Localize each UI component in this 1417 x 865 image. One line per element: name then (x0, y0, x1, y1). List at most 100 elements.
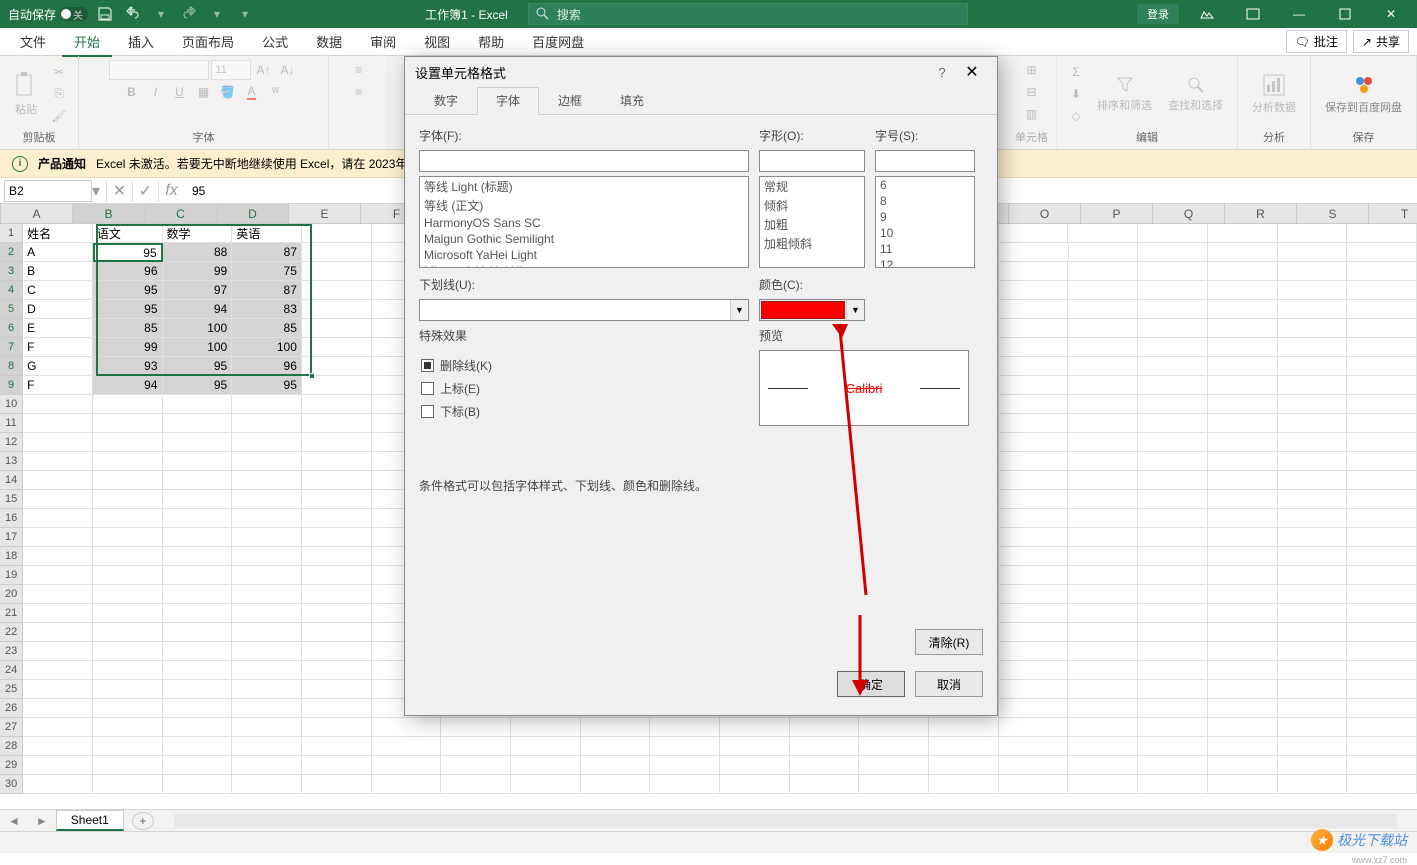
cell[interactable] (163, 471, 233, 490)
cell[interactable] (1347, 585, 1417, 604)
cell[interactable] (1138, 528, 1208, 547)
cell[interactable] (1068, 224, 1138, 243)
cell[interactable] (1208, 376, 1278, 395)
row-header[interactable]: 5 (0, 300, 23, 319)
cell[interactable] (999, 566, 1069, 585)
row-header[interactable]: 18 (0, 547, 23, 566)
cell[interactable] (1347, 262, 1417, 281)
cell[interactable] (232, 433, 302, 452)
cell[interactable] (302, 243, 372, 262)
cell[interactable] (23, 452, 93, 471)
cell[interactable] (1068, 661, 1138, 680)
cell[interactable]: 85 (232, 319, 302, 338)
cell[interactable] (1068, 433, 1138, 452)
col-header-Q[interactable]: Q (1153, 204, 1225, 223)
cell[interactable] (93, 509, 163, 528)
cell[interactable] (1208, 300, 1278, 319)
cell[interactable] (302, 319, 372, 338)
cell[interactable] (163, 699, 233, 718)
cell[interactable]: 95 (93, 243, 163, 262)
row-header[interactable]: 29 (0, 756, 23, 775)
cell[interactable] (1208, 224, 1278, 243)
cell[interactable] (23, 604, 93, 623)
cell[interactable] (93, 547, 163, 566)
cell[interactable] (232, 566, 302, 585)
style-list[interactable]: 常规倾斜加粗加粗倾斜 (759, 176, 865, 268)
cell[interactable] (302, 395, 372, 414)
cell[interactable] (999, 547, 1069, 566)
cell[interactable] (999, 433, 1069, 452)
cell[interactable] (1208, 756, 1278, 775)
cell[interactable] (1278, 281, 1348, 300)
cell[interactable]: 87 (232, 281, 302, 300)
row-header[interactable]: 24 (0, 661, 23, 680)
cell[interactable] (1347, 224, 1417, 243)
analyze-button[interactable]: 分析数据 (1246, 69, 1302, 119)
cell[interactable] (1347, 661, 1417, 680)
cell[interactable] (859, 775, 929, 794)
cell[interactable]: 95 (93, 281, 163, 300)
cell[interactable] (1138, 243, 1208, 262)
cell[interactable] (1278, 623, 1348, 642)
cell[interactable] (232, 604, 302, 623)
cell[interactable] (1138, 357, 1208, 376)
sort-filter-button[interactable]: 排序和筛选 (1091, 71, 1158, 117)
cell[interactable] (1347, 718, 1417, 737)
cell[interactable] (1068, 281, 1138, 300)
cell[interactable] (1138, 718, 1208, 737)
row-header[interactable]: 11 (0, 414, 23, 433)
list-item[interactable]: 加粗倾斜 (760, 234, 864, 253)
cell[interactable]: 数学 (163, 224, 233, 243)
dialog-close-icon[interactable]: ✕ (957, 62, 987, 82)
list-item[interactable]: 加粗 (760, 215, 864, 234)
cell[interactable] (1068, 376, 1138, 395)
cell[interactable] (1138, 566, 1208, 585)
cell[interactable]: 83 (232, 300, 302, 319)
comments-button[interactable]: 🗨 批注 (1286, 30, 1347, 53)
cell[interactable] (999, 300, 1069, 319)
cell[interactable] (1208, 262, 1278, 281)
list-item[interactable]: 12 (876, 257, 974, 268)
cell[interactable] (511, 737, 581, 756)
cell[interactable] (302, 680, 372, 699)
cell[interactable] (1138, 414, 1208, 433)
cell[interactable] (1278, 471, 1348, 490)
cell[interactable] (1347, 490, 1417, 509)
cell[interactable] (163, 737, 233, 756)
cell[interactable] (1208, 642, 1278, 661)
cell[interactable] (1347, 471, 1417, 490)
cell[interactable] (999, 680, 1069, 699)
cell[interactable] (1138, 585, 1208, 604)
cell[interactable] (163, 509, 233, 528)
list-item[interactable]: Microsoft YaHei Light (420, 247, 748, 263)
cell[interactable] (1278, 395, 1348, 414)
col-header-S[interactable]: S (1297, 204, 1369, 223)
cell[interactable] (720, 756, 790, 775)
cell[interactable]: 99 (163, 262, 233, 281)
dialog-help-icon[interactable]: ? (927, 65, 957, 80)
cell[interactable] (93, 680, 163, 699)
cell[interactable] (999, 756, 1069, 775)
cell[interactable] (1068, 395, 1138, 414)
cell[interactable] (1138, 623, 1208, 642)
cell[interactable] (93, 642, 163, 661)
cell[interactable] (650, 775, 720, 794)
sheet-nav-prev-icon[interactable]: ◄ (0, 814, 28, 828)
cell[interactable] (232, 661, 302, 680)
cell[interactable] (1138, 661, 1208, 680)
cell[interactable] (302, 452, 372, 471)
cell[interactable] (232, 737, 302, 756)
cell[interactable] (1068, 262, 1138, 281)
cell[interactable] (581, 737, 651, 756)
cell[interactable]: 88 (163, 243, 233, 262)
cell[interactable] (1208, 490, 1278, 509)
cell[interactable] (23, 623, 93, 642)
cell[interactable] (1138, 376, 1208, 395)
ok-button[interactable]: 确定 (837, 671, 905, 697)
cell[interactable] (93, 699, 163, 718)
font-list[interactable]: 等线 Light (标题)等线 (正文)HarmonyOS Sans SCMal… (419, 176, 749, 268)
cell[interactable] (1278, 452, 1348, 471)
row-header[interactable]: 22 (0, 623, 23, 642)
list-item[interactable]: 9 (876, 209, 974, 225)
tab-insert[interactable]: 插入 (116, 28, 166, 55)
